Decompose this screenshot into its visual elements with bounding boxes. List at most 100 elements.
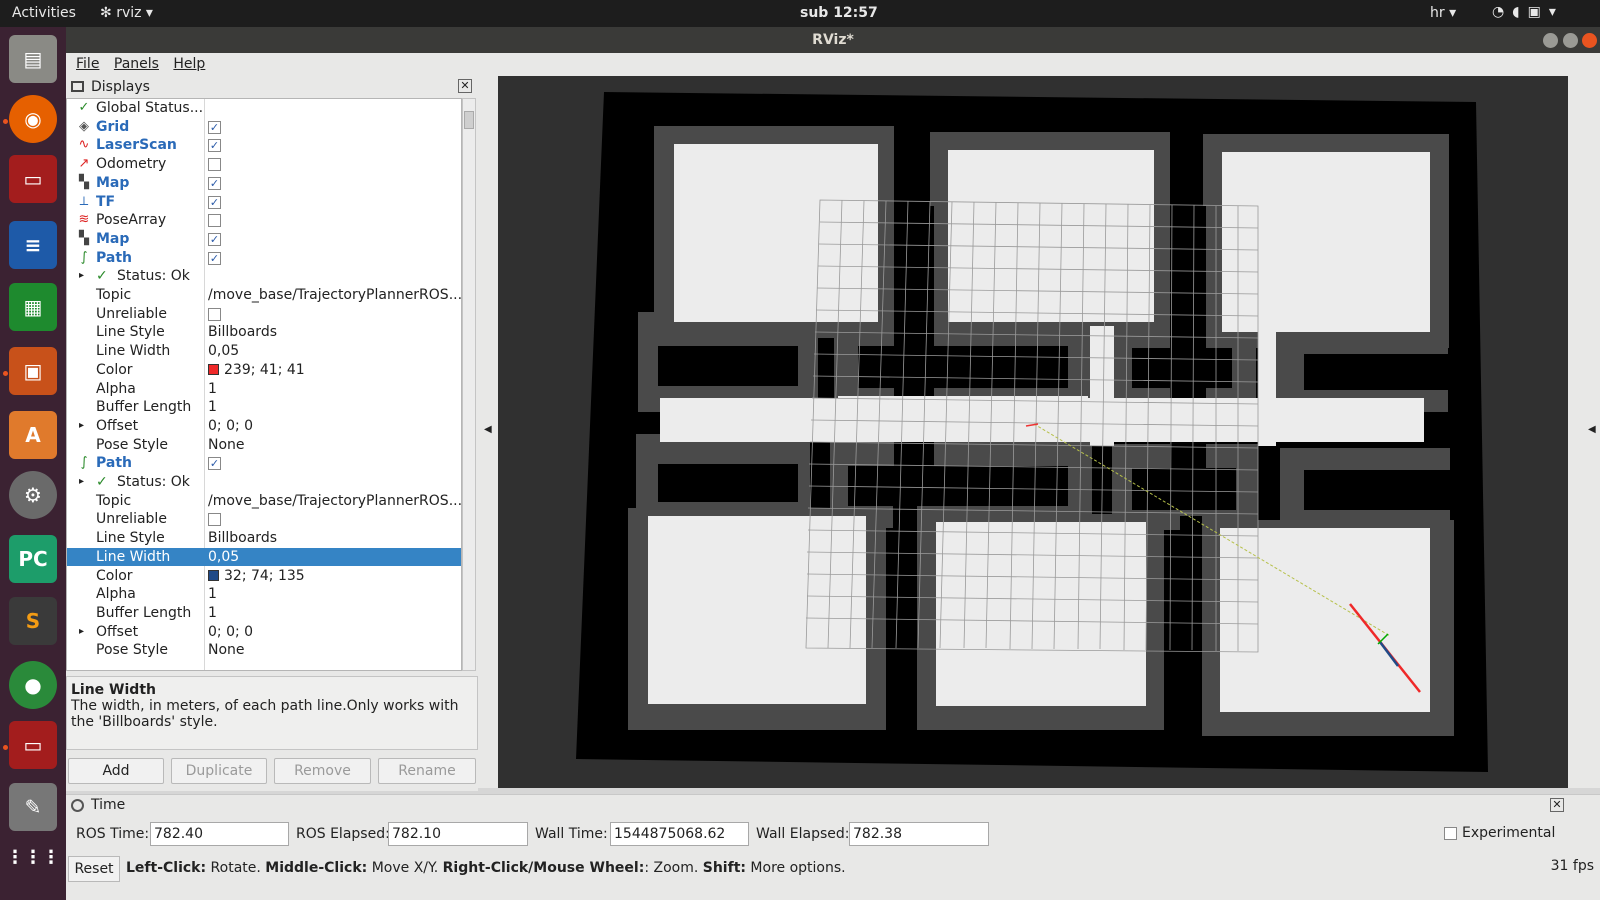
pycharm-icon[interactable]: PC [9, 535, 57, 583]
close-time-panel-button[interactable]: ✕ [1550, 798, 1564, 812]
tree-row[interactable]: Unreliable [67, 510, 461, 529]
tree-row[interactable]: ▸ Offset 0; 0; 0 [67, 623, 461, 642]
enable-checkbox[interactable] [208, 158, 221, 172]
tree-row[interactable]: ▸ Offset 0; 0; 0 [67, 417, 461, 436]
tree-row[interactable]: ✓ Global Status... [67, 99, 461, 118]
tree-row-value[interactable]: None [208, 641, 461, 660]
tree-row[interactable]: Buffer Length 1 [67, 398, 461, 417]
wall-time-field[interactable]: 1544875068.62 [610, 822, 749, 846]
tree-row[interactable]: Line Style Billboards [67, 323, 461, 342]
tree-row[interactable]: Pose Style None [67, 436, 461, 455]
tree-row-value[interactable]: 0; 0; 0 [208, 417, 461, 436]
tree-row-value[interactable]: 0,05 [208, 548, 461, 567]
scrollbar-thumb[interactable] [464, 111, 474, 129]
tree-row[interactable]: ◈ Grid ✓ [67, 118, 461, 137]
tree-row[interactable]: Topic/move_base/TrajectoryPlannerROS... [67, 286, 461, 305]
tree-row-value[interactable]: None [208, 436, 461, 455]
software-center-icon[interactable]: A [9, 411, 57, 459]
enable-checkbox[interactable] [208, 214, 221, 228]
chrome-icon[interactable]: ● [9, 661, 57, 709]
enable-checkbox[interactable]: ✓ [208, 195, 221, 209]
expand-arrow-icon[interactable]: ▸ [79, 417, 84, 436]
tree-row-value[interactable]: 0; 0; 0 [208, 623, 461, 642]
tree-row-value[interactable]: Billboards [208, 529, 461, 548]
enable-checkbox[interactable]: ✓ [208, 139, 221, 153]
sublime-icon[interactable]: S [9, 597, 57, 645]
tree-row-value[interactable]: 1 [208, 585, 461, 604]
terminal-icon[interactable]: ▭ [9, 155, 57, 203]
tree-row-value[interactable]: Billboards [208, 323, 461, 342]
tree-row[interactable]: ≋ PoseArray [67, 211, 461, 230]
rename-button[interactable]: Rename [378, 758, 476, 784]
maximize-button[interactable] [1563, 33, 1578, 48]
activities-button[interactable]: Activities [12, 5, 76, 21]
show-apps-icon[interactable]: ⋮⋮⋮ [6, 833, 60, 881]
clock[interactable]: sub 12:57 [800, 5, 878, 21]
tree-row[interactable]: ▚ Map ✓ [67, 230, 461, 249]
tree-row[interactable]: Color 239; 41; 41 [67, 361, 461, 380]
expand-arrow-icon[interactable]: ▸ [79, 473, 84, 492]
text-editor-icon[interactable]: ✎ [9, 783, 57, 831]
enable-checkbox[interactable]: ✓ [208, 457, 221, 471]
tree-row-value[interactable]: 1 [208, 604, 461, 623]
experimental-checkbox[interactable] [1444, 827, 1457, 840]
right-dock-splitter[interactable]: ◀ [1568, 76, 1600, 788]
tree-row[interactable]: Topic/move_base/TrajectoryPlannerROS... [67, 492, 461, 511]
tree-row[interactable]: Unreliable [67, 305, 461, 324]
enable-checkbox[interactable]: ✓ [208, 251, 221, 265]
tree-row-value[interactable]: 239; 41; 41 [208, 361, 461, 380]
expand-arrow-icon[interactable]: ▸ [79, 267, 84, 286]
terminal-icon[interactable]: ▭ [9, 721, 57, 769]
enable-checkbox[interactable]: ✓ [208, 176, 221, 190]
tree-row[interactable]: Buffer Length 1 [67, 604, 461, 623]
menu-file[interactable]: File [76, 56, 99, 72]
files-icon[interactable]: ▤ [9, 35, 57, 83]
tree-row[interactable]: ↗ Odometry [67, 155, 461, 174]
left-dock-splitter[interactable]: ◀ [478, 76, 498, 788]
system-tray[interactable]: ◔◖▣▾ [1492, 4, 1564, 20]
window-titlebar[interactable]: RViz* [66, 27, 1600, 53]
tree-row[interactable]: ∫ Path ✓ [67, 249, 461, 268]
tree-row-value[interactable]: 1 [208, 398, 461, 417]
menu-panels[interactable]: Panels [114, 56, 159, 72]
close-panel-button[interactable]: ✕ [458, 79, 472, 93]
tree-row[interactable]: Pose Style None [67, 641, 461, 660]
tree-row-value[interactable]: /move_base/TrajectoryPlannerROS... [208, 492, 461, 511]
tree-row[interactable]: ▚ Map ✓ [67, 174, 461, 193]
tree-row[interactable]: ∫ Path ✓ [67, 454, 461, 473]
enable-checkbox[interactable]: ✓ [208, 232, 221, 246]
displays-tree[interactable]: ✓ Global Status... ◈ Grid ✓ ∿ LaserScan ✓ ↗ Odome… [66, 98, 462, 671]
tree-row[interactable]: Line Width 0,05 [67, 547, 461, 567]
remove-button[interactable]: Remove [274, 758, 371, 784]
enable-checkbox[interactable] [208, 513, 221, 527]
minimize-button[interactable] [1543, 33, 1558, 48]
language-indicator[interactable]: hr ▾ [1430, 5, 1456, 21]
tree-row-value[interactable]: /move_base/TrajectoryPlannerROS... [208, 286, 461, 305]
collapse-left-icon[interactable]: ◀ [484, 424, 492, 435]
expand-arrow-icon[interactable]: ▸ [79, 623, 84, 642]
tree-row-value[interactable]: 0,05 [208, 342, 461, 361]
render-viewport[interactable] [498, 76, 1568, 788]
tree-row[interactable]: Color 32; 74; 135 [67, 567, 461, 586]
duplicate-button[interactable]: Duplicate [171, 758, 267, 784]
tree-row-value[interactable]: 1 [208, 380, 461, 399]
tree-row-value[interactable]: 32; 74; 135 [208, 567, 461, 586]
firefox-icon[interactable]: ◉ [9, 95, 57, 143]
wall-elapsed-field[interactable]: 782.38 [849, 822, 989, 846]
settings-gear-icon[interactable]: ⚙ [9, 471, 57, 519]
enable-checkbox[interactable]: ✓ [208, 120, 221, 134]
add-button[interactable]: Add [68, 758, 164, 784]
app-menu[interactable]: ✻ rviz ▾ [100, 5, 153, 21]
calc-icon[interactable]: ▦ [9, 283, 57, 331]
tree-row[interactable]: Line Width 0,05 [67, 342, 461, 361]
tree-row[interactable]: Alpha 1 [67, 585, 461, 604]
close-button[interactable] [1582, 33, 1597, 48]
enable-checkbox[interactable] [208, 307, 221, 321]
tree-row[interactable]: Line Style Billboards [67, 529, 461, 548]
tree-row[interactable]: ∿ LaserScan ✓ [67, 136, 461, 155]
ros-elapsed-field[interactable]: 782.10 [388, 822, 528, 846]
tree-scrollbar[interactable] [462, 98, 476, 671]
ros-time-field[interactable]: 782.40 [150, 822, 289, 846]
reset-button[interactable]: Reset [68, 856, 120, 882]
tree-row[interactable]: ▸ ✓ Status: Ok [67, 267, 461, 286]
